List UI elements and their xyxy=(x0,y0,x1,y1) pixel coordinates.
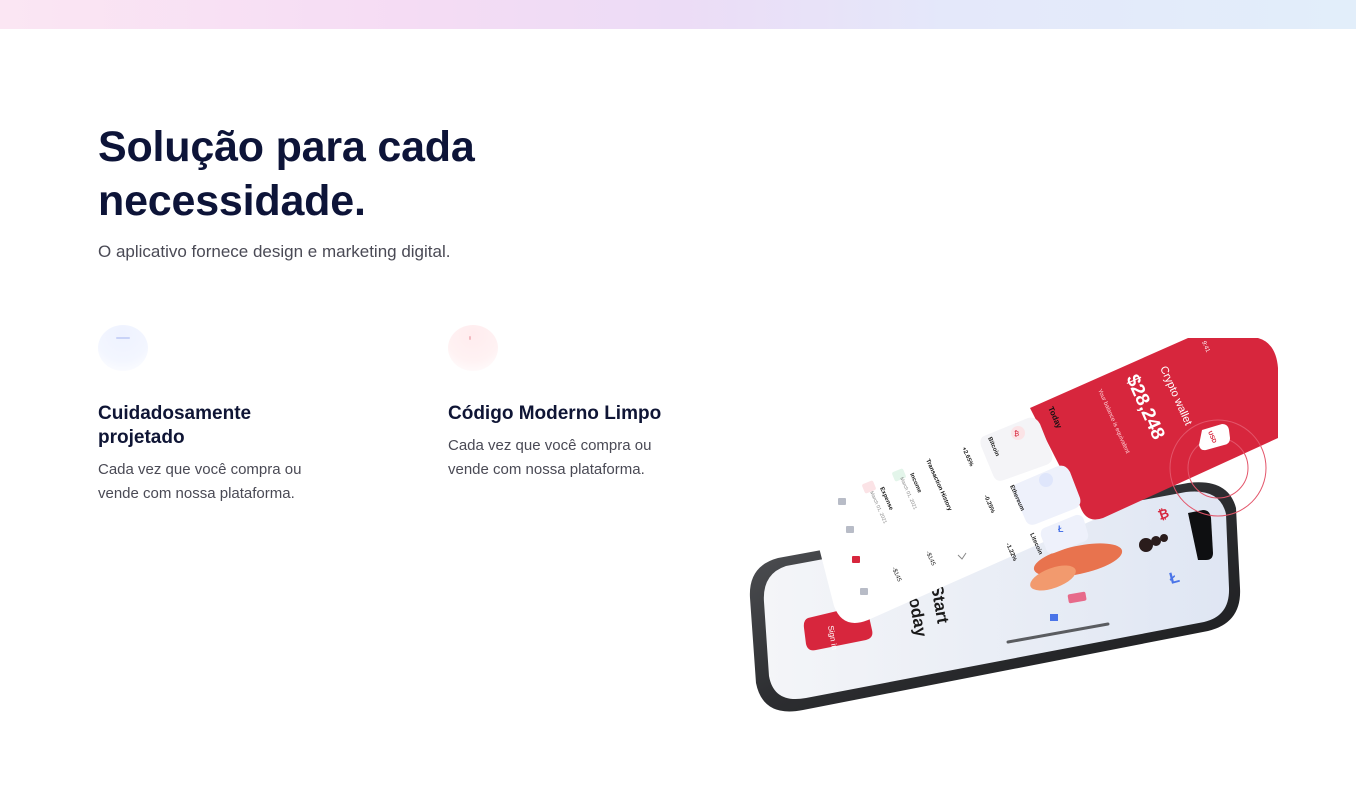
feature-title: Código Moderno Limpo xyxy=(448,403,662,424)
design-icon xyxy=(98,325,148,371)
svg-text:Ł: Ł xyxy=(1058,524,1064,534)
phone-mockup-illustration: Sign in Start today ₿ Ł Crypto wallet $2… xyxy=(748,338,1278,712)
feature-title: Cuidadosamente projetado xyxy=(98,403,252,448)
code-icon xyxy=(448,325,498,371)
feature-description: Cada vez que você compra ou vende com no… xyxy=(98,461,302,502)
section-title: Solução para cada necessidade. xyxy=(98,123,475,225)
feature-description: Cada vez que você compra ou vende com no… xyxy=(448,437,652,478)
section-subtitle: O aplicativo fornece design e marketing … xyxy=(98,242,451,261)
svg-text:₿: ₿ xyxy=(1014,430,1019,438)
top-gradient-band xyxy=(0,0,1356,29)
